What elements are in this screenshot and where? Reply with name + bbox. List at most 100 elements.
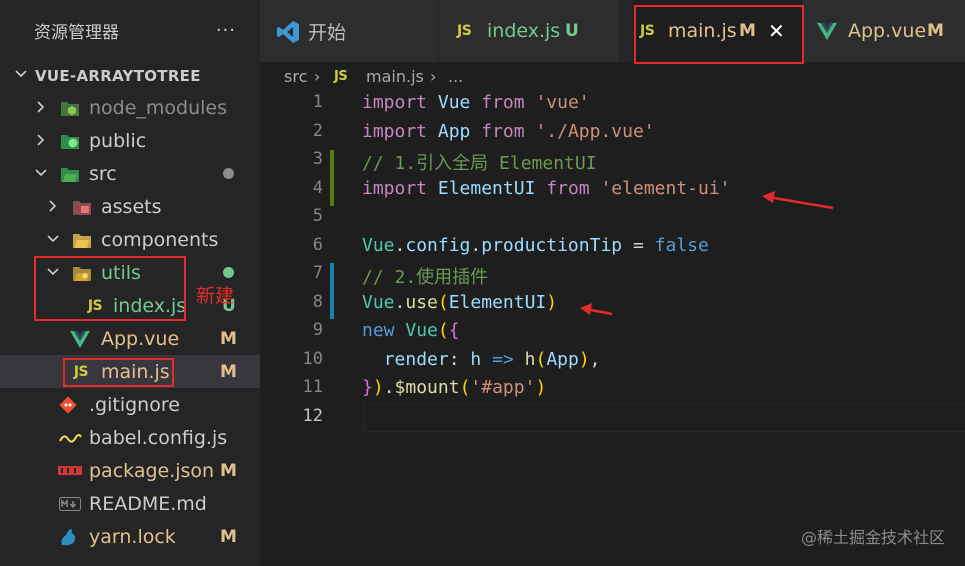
code-token: (: [459, 377, 471, 398]
code-token: h: [470, 348, 482, 370]
code-token: :: [448, 348, 471, 370]
tree-item-label: package.json: [89, 459, 215, 482]
line-number: 3: [312, 149, 323, 169]
tree-item-label: .gitignore: [89, 393, 180, 416]
code-token: ): [546, 291, 558, 313]
tree-item-label: assets: [101, 195, 162, 218]
code-token: .: [394, 291, 406, 313]
line-number: 1: [312, 92, 323, 112]
tree-item-yarn-lock[interactable]: yarn.lock M: [0, 520, 260, 553]
breadcrumb: src › JS main.js › ...: [260, 62, 965, 90]
chevron-right-icon: [37, 101, 45, 113]
git-status-badge: M: [220, 526, 237, 547]
code-line: import App from './App.vue': [362, 121, 655, 142]
code-token: render: [383, 348, 449, 370]
code-editor[interactable]: 1 2 3 4 5 6 7 8 9 10 11 12 import Vue from 'vue' impo…: [260, 90, 965, 566]
vue-file-icon: [70, 329, 90, 349]
tree-item-label: src: [89, 162, 117, 185]
code-token: $mount: [394, 377, 460, 398]
tree-item-label: README.md: [89, 492, 207, 515]
code-token: productionTip: [481, 234, 623, 256]
src-folder-icon: [60, 164, 80, 184]
git-status-badge: U: [565, 21, 579, 41]
tree-item-app-vue[interactable]: App.vue M: [0, 322, 260, 355]
code-token: Vue: [362, 234, 395, 256]
code-token: .: [394, 234, 406, 256]
code-line: // 1.引入全局 ElementUI: [362, 149, 597, 175]
explorer-header: 资源管理器 ···: [0, 0, 260, 60]
tree-item-src[interactable]: src: [0, 157, 260, 190]
git-status-badge: M: [220, 460, 237, 481]
tree-item-package-json[interactable]: package.json M: [0, 454, 260, 487]
line-number: 7: [312, 263, 323, 283]
code-token: 'element-ui': [600, 177, 731, 199]
tree-item-label: yarn.lock: [89, 525, 176, 548]
explorer-title: 资源管理器: [34, 22, 119, 43]
line-number: 2: [312, 120, 323, 141]
yarn-file-icon: [58, 527, 78, 547]
code-token: use: [405, 291, 438, 313]
tab-index-js[interactable]: JS index.js U: [439, 0, 619, 62]
code-line: new Vue({: [362, 320, 460, 341]
js-file-icon: JS: [334, 68, 348, 84]
code-token: h: [524, 348, 536, 370]
line-number: 11: [302, 377, 323, 397]
tree-item-babel-config[interactable]: babel.config.js: [0, 421, 260, 454]
tree-item-label: node_modules: [89, 96, 228, 119]
tab-label: 开始: [308, 21, 347, 44]
breadcrumb-separator: ›: [430, 66, 437, 86]
tree-item-label: babel.config.js: [89, 426, 228, 449]
line-number: 6: [312, 234, 323, 255]
code-token: ): [372, 377, 384, 398]
code-token: import: [362, 92, 428, 113]
code-line: Vue.config.productionTip = false: [362, 235, 709, 256]
code-token: .: [470, 234, 482, 256]
more-actions-icon[interactable]: ···: [216, 20, 236, 41]
code-token: Vue: [405, 320, 438, 341]
tree-item-label: public: [89, 129, 147, 152]
code-token: from: [481, 92, 525, 113]
tab-label: App.vue: [848, 20, 927, 42]
chevron-right-icon: [49, 200, 57, 212]
code-token: ElementUI: [448, 291, 547, 313]
tree-item-node-modules[interactable]: node_modules: [0, 91, 260, 124]
breadcrumb-file[interactable]: main.js: [366, 67, 424, 86]
tree-item-gitignore[interactable]: .gitignore: [0, 388, 260, 421]
git-status-badge: M: [220, 328, 237, 349]
project-root[interactable]: VUE-ARRAYTOTREE: [0, 62, 260, 90]
code-token: (: [535, 348, 547, 370]
git-status-badge: M: [927, 21, 944, 41]
code-token: }: [362, 377, 373, 398]
code-token: ElementUI: [437, 177, 536, 199]
code-token: =>: [492, 348, 514, 370]
chevron-down-icon: [15, 70, 27, 78]
code-token: App: [546, 348, 579, 370]
git-status-badge: M: [220, 361, 237, 382]
breadcrumb-symbols[interactable]: ...: [448, 67, 463, 86]
code-token: Vue: [362, 291, 395, 313]
line-number: 10: [302, 348, 323, 369]
breadcrumb-folder[interactable]: src: [284, 67, 307, 86]
tree-item-assets[interactable]: assets: [0, 190, 260, 223]
chevron-down-icon: [35, 169, 47, 177]
js-file-icon: JS: [457, 23, 472, 39]
code-token: App: [437, 120, 471, 142]
tree-item-readme[interactable]: README.md: [0, 487, 260, 520]
tree-item-public[interactable]: public: [0, 124, 260, 157]
code-token: ): [578, 348, 590, 370]
watermark: @稀土掘金技术社区: [800, 528, 945, 547]
tree-item-components[interactable]: components: [0, 223, 260, 256]
code-token: =: [622, 234, 655, 256]
code-token: 'vue': [535, 92, 590, 113]
tab-app-vue[interactable]: App.vue M: [803, 0, 965, 62]
vscode-logo-icon: [276, 20, 300, 48]
tab-welcome[interactable]: 开始: [260, 0, 438, 62]
line-number: 5: [312, 206, 323, 226]
assets-folder-icon: [72, 197, 92, 217]
